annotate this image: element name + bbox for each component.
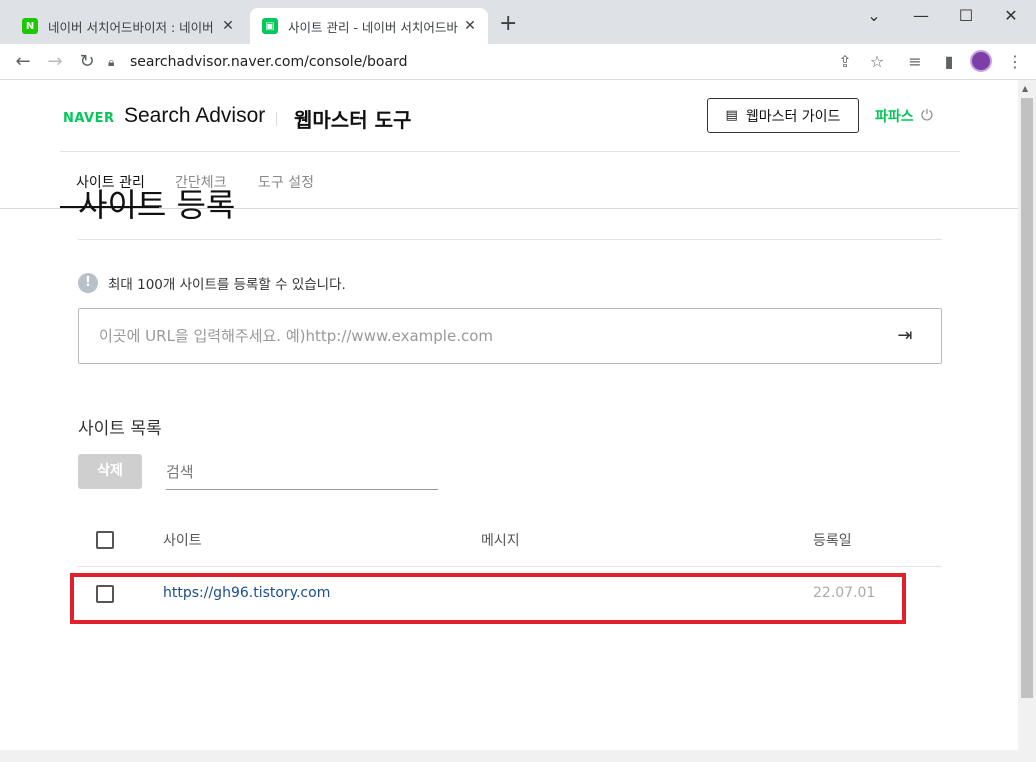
- reading-list-icon[interactable]: ≡: [904, 51, 926, 73]
- column-date: 등록일: [813, 533, 852, 549]
- reload-icon[interactable]: ↻: [76, 51, 98, 73]
- close-window-icon[interactable]: ✕: [1001, 6, 1021, 26]
- document-list-icon: ▤: [725, 108, 738, 123]
- page-scrollbar[interactable]: ▲: [1018, 80, 1036, 750]
- submit-enter-icon[interactable]: ⇥: [893, 325, 917, 349]
- site-url-input-box[interactable]: ⇥: [78, 308, 942, 364]
- site-search-input[interactable]: [166, 460, 438, 484]
- naver-favicon-icon: N: [22, 18, 38, 34]
- tab-search-chevron-icon[interactable]: ⌄: [864, 6, 884, 26]
- site-url-input[interactable]: [99, 325, 859, 347]
- user-name[interactable]: 파파스: [875, 106, 914, 126]
- profile-avatar[interactable]: [970, 50, 992, 72]
- delete-button[interactable]: 삭제: [78, 454, 142, 489]
- side-panel-icon[interactable]: ▮: [938, 51, 960, 73]
- lock-icon: 🔒︎: [108, 54, 115, 69]
- select-all-checkbox[interactable]: [96, 531, 114, 549]
- back-arrow-icon[interactable]: ←: [12, 51, 34, 73]
- info-icon: !: [78, 273, 98, 293]
- scroll-up-arrow-icon[interactable]: ▲: [1022, 84, 1028, 93]
- guide-button-label: 웹마스터 가이드: [745, 108, 841, 125]
- webmaster-guide-button[interactable]: ▤ 웹마스터 가이드: [707, 98, 859, 133]
- new-tab-button[interactable]: +: [499, 13, 517, 35]
- horizontal-scroll-strip: [0, 750, 1036, 762]
- column-site: 사이트: [163, 533, 202, 549]
- more-menu-icon[interactable]: ⋮: [1004, 51, 1026, 73]
- maximize-icon[interactable]: ☐: [956, 6, 976, 26]
- naver-logo[interactable]: NAVER: [63, 111, 115, 126]
- browser-tab-site-management[interactable]: ▣ 사이트 관리 - 네이버 서치어드바 ✕: [250, 8, 488, 44]
- page-title: 사이트 등록: [78, 186, 236, 224]
- close-tab-icon[interactable]: ✕: [218, 18, 238, 34]
- share-icon[interactable]: ⇪: [834, 51, 856, 73]
- tab-title: 네이버 서치어드바이저 : 네이버: [48, 19, 214, 35]
- tab-tool-settings[interactable]: 도구 설정: [258, 172, 314, 192]
- webmaster-tools-title[interactable]: 웹마스터 도구: [294, 104, 411, 133]
- scrollbar-thumb[interactable]: [1021, 98, 1033, 698]
- close-tab-icon[interactable]: ✕: [460, 18, 480, 34]
- header-divider: [276, 112, 277, 126]
- url-text: searchadvisor.naver.com/console/board: [130, 54, 408, 70]
- bookmark-star-icon[interactable]: ☆: [866, 51, 888, 73]
- tab-title: 사이트 관리 - 네이버 서치어드바: [288, 19, 458, 35]
- forward-arrow-icon[interactable]: →: [44, 51, 66, 73]
- site-search-field[interactable]: [166, 460, 438, 490]
- url-omnibox[interactable]: 🔒︎ searchadvisor.naver.com/console/board: [108, 48, 898, 76]
- browser-tab-bar: N 네이버 서치어드바이저 : 네이버 ✕ ▣ 사이트 관리 - 네이버 서치어…: [0, 0, 1036, 44]
- console-favicon-icon: ▣: [262, 18, 278, 34]
- minimize-icon[interactable]: —: [911, 6, 931, 26]
- site-header: NAVER Search Advisor 웹마스터 도구 ▤ 웹마스터 가이드 …: [60, 80, 960, 152]
- title-divider: [78, 239, 942, 240]
- search-advisor-brand[interactable]: Search Advisor: [124, 104, 265, 128]
- logout-power-icon[interactable]: ⏻: [921, 106, 933, 124]
- highlight-annotation-box: [70, 573, 906, 624]
- browser-tab-search-advisor[interactable]: N 네이버 서치어드바이저 : 네이버 ✕: [10, 8, 246, 44]
- site-table-header: 사이트 메시지 등록일: [78, 514, 942, 567]
- site-limit-notice: ! 최대 100개 사이트를 등록할 수 있습니다.: [78, 273, 346, 293]
- notice-text: 최대 100개 사이트를 등록할 수 있습니다.: [108, 277, 346, 293]
- column-message: 메시지: [481, 533, 520, 549]
- address-bar: ← → ↻ 🔒︎ searchadvisor.naver.com/console…: [0, 44, 1036, 80]
- site-list-title: 사이트 목록: [78, 419, 162, 439]
